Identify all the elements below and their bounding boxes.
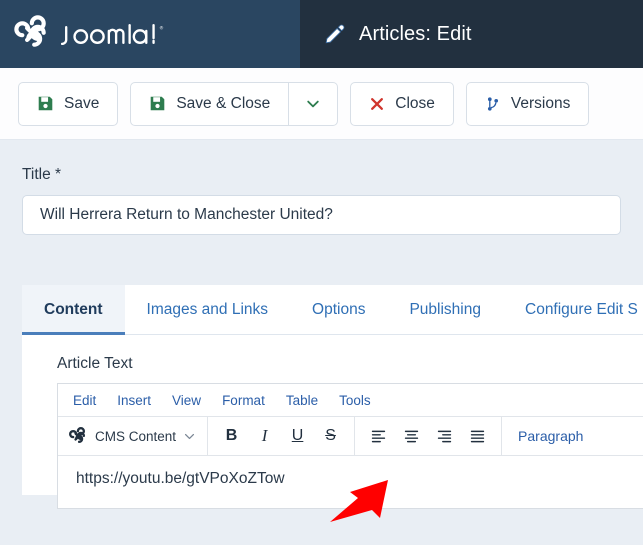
close-button[interactable]: Close	[350, 81, 454, 126]
title-input[interactable]	[22, 195, 621, 235]
align-left-button[interactable]	[366, 423, 391, 449]
editor-content-text: https://youtu.be/gtVPoXoZTow	[76, 470, 285, 487]
joomla-wordmark: ®	[61, 22, 165, 47]
menu-table[interactable]: Table	[286, 393, 318, 408]
italic-button[interactable]: I	[252, 423, 277, 449]
content-tab-panel: Article Text Edit Insert View Format Tab…	[22, 335, 643, 509]
paragraph-format-dropdown[interactable]: Paragraph	[502, 417, 599, 455]
save-and-close-button[interactable]: Save & Close	[130, 81, 290, 126]
tab-options[interactable]: Options	[290, 285, 387, 334]
align-justify-button[interactable]	[465, 423, 490, 449]
pencil-edit-icon	[324, 23, 346, 45]
align-right-icon	[436, 428, 453, 445]
menu-view[interactable]: View	[172, 393, 201, 408]
save-button-label: Save	[64, 94, 100, 112]
app-header: ® Articles: Edit	[0, 0, 643, 68]
editor-menu-bar: Edit Insert View Format Table Tools	[58, 384, 643, 417]
brand-area[interactable]: ®	[0, 0, 300, 68]
code-branch-icon	[485, 96, 501, 112]
tinymce-editor: Edit Insert View Format Table Tools CMS …	[57, 383, 643, 509]
align-justify-icon	[469, 428, 486, 445]
page-header-bar: Articles: Edit	[300, 0, 643, 68]
align-center-icon	[403, 428, 420, 445]
tab-publishing[interactable]: Publishing	[387, 285, 503, 334]
editor-format-toolbar: CMS Content B I U S Paragraph	[58, 417, 643, 456]
save-dropdown-button[interactable]	[289, 81, 339, 126]
page-body: Title * Content Images and Links Options…	[0, 140, 643, 509]
menu-tools[interactable]: Tools	[339, 393, 371, 408]
x-mark-icon	[369, 96, 385, 112]
page-title: Articles: Edit	[359, 22, 472, 45]
tab-content[interactable]: Content	[22, 285, 125, 335]
alignment-group	[355, 417, 503, 455]
align-center-button[interactable]	[399, 423, 424, 449]
joomla-logo-icon	[14, 15, 52, 53]
menu-insert[interactable]: Insert	[117, 393, 151, 408]
joomla-mark-icon	[69, 426, 88, 446]
tab-configure-edit-screen[interactable]: Configure Edit S	[503, 285, 643, 334]
text-style-group: B I U S	[208, 417, 356, 455]
tab-options-label: Options	[312, 300, 366, 318]
title-field-label: Title *	[22, 166, 62, 183]
cms-content-label: CMS Content	[95, 428, 177, 444]
close-button-label: Close	[395, 94, 435, 112]
tab-bar: Content Images and Links Options Publish…	[22, 285, 643, 335]
versions-button[interactable]: Versions	[465, 81, 590, 126]
chevron-down-icon	[305, 96, 321, 112]
svg-text:®: ®	[160, 24, 164, 30]
action-toolbar: Save Save & Close Close Versions	[0, 68, 643, 140]
cms-content-button[interactable]: CMS Content	[69, 426, 196, 446]
title-field-block: Title *	[0, 140, 643, 235]
save-and-close-label: Save & Close	[176, 94, 271, 112]
versions-button-label: Versions	[510, 94, 571, 112]
chevron-down-icon	[183, 430, 196, 443]
tab-publishing-label: Publishing	[409, 300, 481, 318]
cms-content-group: CMS Content	[58, 417, 209, 455]
menu-format[interactable]: Format	[222, 393, 265, 408]
tabs-wrapper: Content Images and Links Options Publish…	[0, 285, 643, 335]
align-right-button[interactable]	[432, 423, 457, 449]
underline-button[interactable]: U	[285, 423, 310, 449]
tab-content-label: Content	[44, 300, 103, 318]
joomla-logo[interactable]: ®	[14, 15, 165, 53]
article-text-label: Article Text	[57, 355, 133, 372]
menu-edit[interactable]: Edit	[73, 393, 96, 408]
floppy-disk-save-icon	[37, 95, 54, 112]
strikethrough-button[interactable]: S	[318, 423, 343, 449]
paragraph-format-label: Paragraph	[518, 428, 584, 444]
editor-content-area[interactable]: https://youtu.be/gtVPoXoZTow	[58, 456, 643, 508]
tab-images-and-links[interactable]: Images and Links	[125, 285, 291, 334]
save-button[interactable]: Save	[18, 81, 119, 126]
tab-configure-edit-screen-label: Configure Edit S	[525, 300, 638, 318]
tab-images-and-links-label: Images and Links	[146, 300, 269, 318]
align-left-icon	[370, 428, 387, 445]
save-close-button-group: Save & Close	[130, 81, 339, 126]
floppy-disk-save-icon	[149, 95, 166, 112]
bold-button[interactable]: B	[219, 423, 244, 449]
